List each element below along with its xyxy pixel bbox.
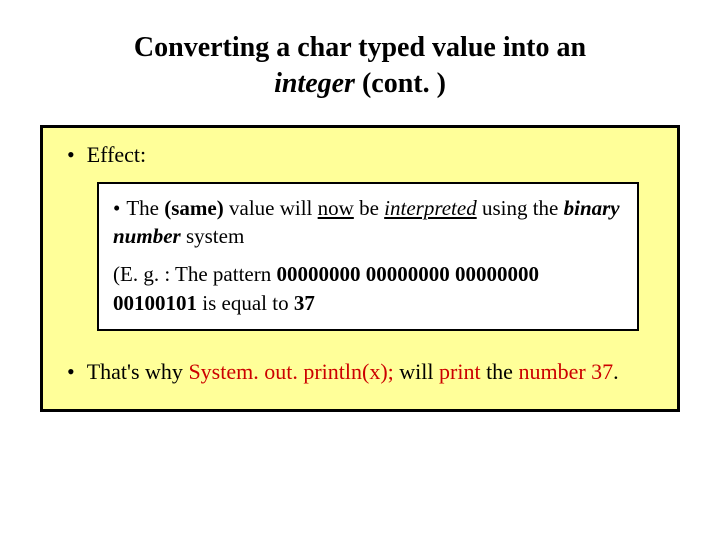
eg-mid: is equal to	[197, 291, 294, 315]
inner-lead: The	[126, 196, 164, 220]
slide: Converting a char typed value into an in…	[0, 0, 720, 540]
b2-lead: That's why	[87, 359, 189, 384]
bullet-dot-icon: •	[67, 359, 75, 384]
bullet-dot-icon: •	[67, 142, 75, 167]
title-line2-italic: integer	[274, 68, 355, 99]
eg-lead: (E. g. : The pattern	[113, 262, 276, 286]
title-line1: Converting a char typed value into an	[134, 32, 586, 63]
inner-bullet-1: •The (same) value will now be interprete…	[113, 194, 623, 251]
b2-mid2: the	[481, 359, 519, 384]
b2-tail: .	[613, 359, 619, 384]
inner-same: (same)	[164, 196, 223, 220]
inner-example: (E. g. : The pattern 00000000 00000000 0…	[113, 260, 623, 317]
inner-interpreted: interpreted	[384, 196, 477, 220]
inner-tail: system	[181, 224, 245, 248]
eg-thirtyseven: 37	[294, 291, 315, 315]
content-box: •Effect: •The (same) value will now be i…	[40, 125, 680, 412]
inner-box: •The (same) value will now be interprete…	[97, 182, 639, 331]
inner-now: now	[318, 196, 354, 220]
b2-mid: will	[394, 359, 439, 384]
b2-code: System. out. println(x);	[188, 359, 393, 384]
slide-title: Converting a char typed value into an in…	[40, 30, 680, 103]
inner-mid2: be	[354, 196, 384, 220]
title-line2-rest: (cont. )	[355, 68, 446, 99]
effect-label: Effect:	[87, 142, 146, 167]
bullet-dot-icon: •	[113, 196, 120, 220]
inner-mid1: value will	[224, 196, 318, 220]
b2-number37: number 37	[518, 359, 613, 384]
bullet-explanation: • That's why System. out. println(x); wil…	[67, 357, 659, 387]
b2-print: print	[439, 359, 481, 384]
inner-mid3: using the	[477, 196, 564, 220]
bullet-effect: • Effect:	[67, 142, 659, 168]
